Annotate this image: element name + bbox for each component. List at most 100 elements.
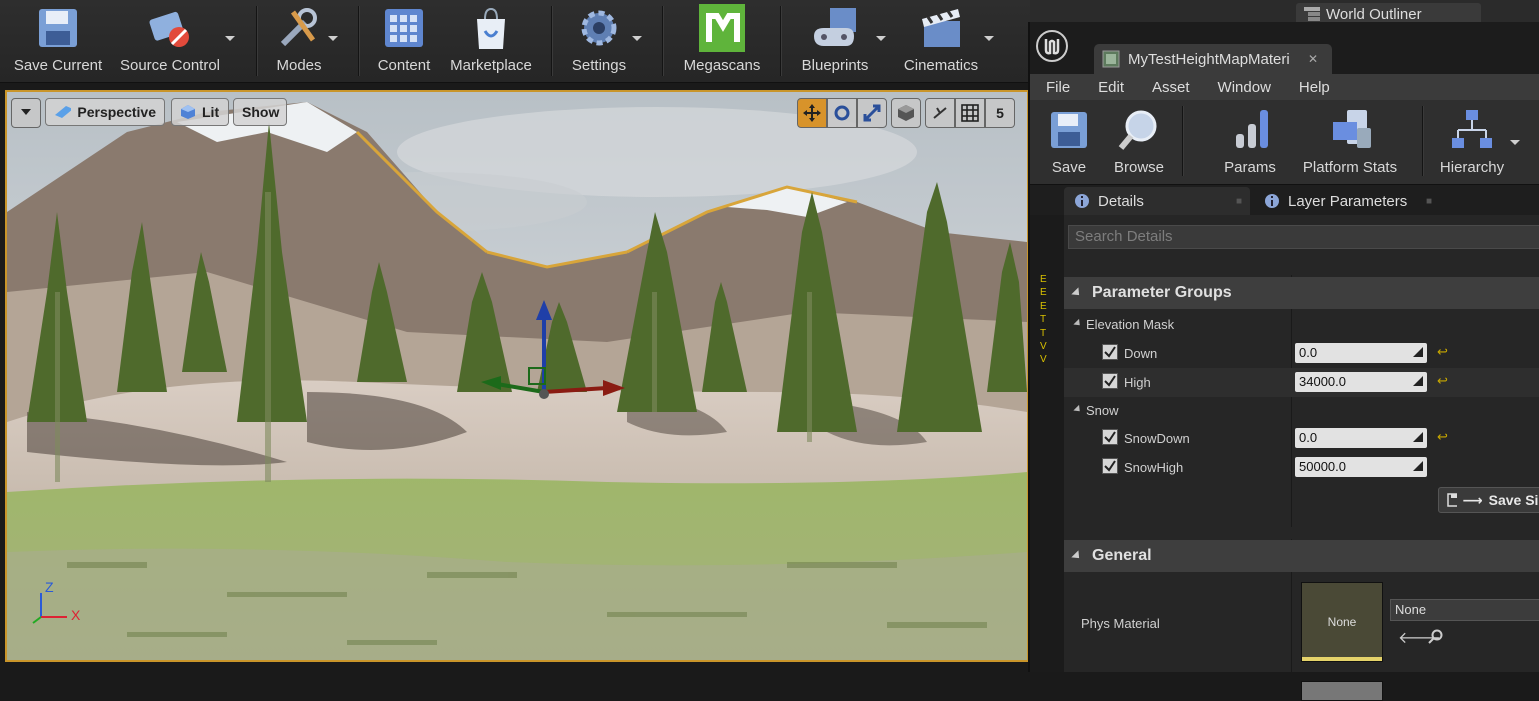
browse-magnifier-icon[interactable] [1428,629,1444,645]
menu-edit[interactable]: Edit [1098,79,1124,96]
scale-tool-button[interactable] [857,98,887,128]
perspective-label: Perspective [77,104,156,120]
megascans-button[interactable]: Megascans [676,0,768,82]
settings-dropdown-icon[interactable] [632,36,642,41]
show-flags-button[interactable]: Show [233,98,287,126]
lit-view-mode-button[interactable]: Lit [171,98,229,126]
cinematics-dropdown-icon[interactable] [984,36,994,41]
drag-handle-icon[interactable] [1413,461,1423,471]
surface-snapping-button[interactable] [925,98,955,128]
level-viewport[interactable]: Perspective Lit Show 5 Z X [5,90,1029,662]
search-details-input[interactable]: Search Details [1068,225,1539,249]
browse-button[interactable]: Browse [1106,100,1172,184]
group-snow[interactable]: Snow [1064,396,1539,425]
tab-pin-icon[interactable]: ■ [1426,196,1432,207]
general-header[interactable]: General [1064,540,1539,572]
high-value-input[interactable]: 34000.0 [1295,372,1427,392]
reset-to-default-icon[interactable]: ↩ [1437,344,1448,360]
modes-tools-icon [276,5,322,51]
translate-tool-button[interactable] [797,98,827,128]
camera-speed-button[interactable]: 5 [985,98,1015,128]
tab-pin-icon[interactable]: ■ [1236,196,1242,207]
expand-arrow-icon [1073,318,1083,329]
material-instance-icon [1102,50,1120,68]
hierarchy-tree-icon [1449,107,1495,153]
down-override-checkbox[interactable] [1102,344,1118,360]
secondary-thumbnail[interactable] [1301,681,1383,701]
phys-material-thumb-label: None [1327,615,1357,629]
marketplace-label: Marketplace [450,57,532,74]
save-icon [1447,493,1457,507]
modes-dropdown-icon[interactable] [328,36,338,41]
params-button[interactable]: Params [1220,100,1280,184]
save-sibling-button[interactable]: ⟶ Save Sib [1438,487,1539,513]
blueprints-button[interactable]: Blueprints [792,0,878,82]
platform-stats-button[interactable]: Platform Stats [1294,100,1406,184]
phys-material-dropdown[interactable]: None [1390,599,1539,621]
parameter-groups-header[interactable]: Parameter Groups [1064,277,1539,309]
cinematics-button[interactable]: Cinematics [896,0,986,82]
menu-asset[interactable]: Asset [1152,79,1190,96]
blueprints-dropdown-icon[interactable] [876,36,886,41]
hierarchy-button[interactable]: Hierarchy [1434,100,1510,184]
snowdown-value-input[interactable]: 0.0 [1295,428,1427,448]
editor-titlebar: MyTestHeightMapMateri ✕ [1030,22,1539,74]
drag-handle-icon[interactable] [1413,347,1423,357]
surface-snap-icon [933,107,947,119]
reset-to-default-icon[interactable]: ↩ [1437,373,1448,389]
floppy-disk-icon [1046,107,1092,153]
source-control-dropdown-icon[interactable] [225,36,235,41]
menu-window[interactable]: Window [1218,79,1271,96]
save-sibling-label: Save Sib [1488,492,1539,508]
snowdown-override-checkbox[interactable] [1102,429,1118,445]
reset-to-default-icon[interactable]: ↩ [1437,429,1448,445]
rotate-tool-button[interactable] [827,98,857,128]
coordinate-system-button[interactable] [891,98,921,128]
settings-button[interactable]: Settings [564,0,634,82]
tab-details[interactable]: Details ■ [1064,187,1250,215]
scale-icon [863,104,881,122]
menu-file[interactable]: File [1046,79,1070,96]
save-button[interactable]: Save [1044,100,1094,184]
close-tab-icon[interactable]: ✕ [1308,52,1318,66]
browse-label: Browse [1113,159,1165,176]
modes-button[interactable]: Modes [268,0,330,82]
marketplace-button[interactable]: Marketplace [444,0,538,82]
checkmark-icon [1104,375,1116,387]
toolbar-divider [662,6,663,76]
tab-layer-parameters[interactable]: Layer Parameters ■ [1254,187,1440,215]
megascans-label: Megascans [683,57,761,74]
hierarchy-dropdown-icon[interactable] [1510,140,1520,145]
content-grid-icon [381,5,427,51]
down-value-input[interactable]: 0.0 [1295,343,1427,363]
high-override-checkbox[interactable] [1102,373,1118,389]
content-button[interactable]: Content [372,0,436,82]
grid-snap-button[interactable] [955,98,985,128]
details-panel-tabs: Details ■ Layer Parameters ■ [1030,185,1539,215]
drag-handle-icon[interactable] [1413,432,1423,442]
snowhigh-override-checkbox[interactable] [1102,458,1118,474]
clapperboard-icon [918,5,964,51]
chevron-down-icon [21,109,31,115]
menu-help[interactable]: Help [1299,79,1330,96]
perspective-view-button[interactable]: Perspective [45,98,165,126]
thumbnail-color-bar [1302,657,1382,661]
expand-arrow-icon [1073,404,1083,415]
toolbar-divider [780,6,781,76]
source-control-icon [147,5,193,51]
document-tab[interactable]: MyTestHeightMapMateri ✕ [1094,44,1332,74]
phys-material-thumbnail[interactable]: None [1301,582,1383,662]
group-elevation-mask[interactable]: Elevation Mask [1064,310,1539,339]
arrow-right-icon: ⟶ [1462,491,1483,508]
axis-z-label: Z [45,579,54,595]
drag-handle-icon[interactable] [1413,376,1423,386]
param-row-snowhigh: SnowHigh 50000.0 [1064,453,1539,482]
toolbar-divider [256,6,257,76]
show-label: Show [242,104,280,120]
snowhigh-value-input[interactable]: 50000.0 [1295,457,1427,477]
save-current-button[interactable]: Save Current [8,0,108,82]
toolbar-divider [1422,106,1423,176]
viewport-options-button[interactable] [11,98,41,128]
source-control-button[interactable]: Source Control [112,0,228,82]
unreal-logo-icon [1036,30,1068,62]
